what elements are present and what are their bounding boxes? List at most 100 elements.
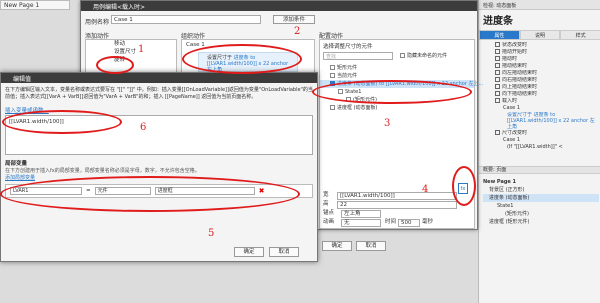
- checkbox-label: 隐藏未命名的元件: [407, 53, 448, 59]
- tab-style[interactable]: 样式: [560, 30, 600, 40]
- outline-bar: 概要: 页面: [479, 166, 600, 174]
- size-properties: 宽 [[LVAR1.width/100]] 高 22 锚点 左上角 动画无时间 500 毫…: [319, 191, 475, 229]
- inspector-tabs: 属性 说明 样式: [479, 30, 600, 40]
- event-item[interactable]: 拖动开始时: [481, 49, 599, 56]
- widget-search-input[interactable]: 查找: [323, 52, 393, 60]
- annotation-circle-1: [96, 56, 134, 74]
- edit-value-dialog: 编辑值 在下方编辑区输入文本，变量名称或表达式要写在 "[[" "]]" 中。例…: [0, 72, 318, 262]
- width-label: 宽: [323, 192, 329, 198]
- event-item[interactable]: 向右拖动结束时: [481, 77, 599, 84]
- edit-value-titlebar[interactable]: 编辑值: [1, 73, 317, 83]
- inspector-panel: 检视: 动态面板 进度条 属性 说明 样式 状态改变时 拖动开始时 拖动时 拖动…: [478, 0, 600, 303]
- annotation-circle-2: [182, 44, 302, 74]
- time-input[interactable]: 500: [398, 218, 421, 227]
- checkbox-icon: [330, 73, 335, 78]
- event-label: 拖动结束时: [502, 63, 528, 69]
- event-icon: [495, 77, 500, 82]
- action-set-size[interactable]: 设置尺寸: [86, 48, 176, 56]
- event-icon: [495, 91, 500, 96]
- annotation-number-5: 5: [208, 228, 215, 239]
- case-name-label: 用例名称: [85, 19, 110, 26]
- case-editor-titlebar[interactable]: 用例编辑<载入时>: [81, 1, 477, 11]
- event-label: 载入时: [502, 98, 518, 104]
- case-name-input[interactable]: Case 1: [111, 15, 261, 24]
- add-condition-button[interactable]: 添加条件: [273, 15, 315, 24]
- page-tab[interactable]: New Page 1: [0, 0, 70, 10]
- event-item[interactable]: 向下拖动结束时: [481, 91, 599, 98]
- edit-value-description: 在下方编辑区输入文本，变量名称或表达式要写在 "[[" "]]" 中。例如：插入…: [5, 87, 313, 100]
- outline-page[interactable]: New Page 1: [483, 178, 599, 186]
- ms-label: 毫秒: [422, 219, 434, 225]
- width-input[interactable]: [[LVAR1.width/100]]: [337, 191, 457, 200]
- tab-notes[interactable]: 说明: [519, 30, 561, 40]
- event-icon: [495, 42, 500, 47]
- outline-tree: New Page 1 背景区 (正方形) 进度条 (动态面板) State1 (…: [483, 178, 599, 226]
- anchor-select[interactable]: 左上角: [341, 209, 381, 218]
- event-item-onload[interactable]: 载入时: [481, 98, 599, 105]
- event-list: 状态改变时 拖动开始时 拖动时 拖动结束时 向左拖动结束时 向右拖动结束时 向上…: [481, 42, 599, 151]
- time-label: 时间: [385, 219, 397, 225]
- edit-value-cancel-button[interactable]: 取消: [269, 247, 299, 257]
- annotation-circle-5: [0, 176, 300, 212]
- event-label: 向右拖动结束时: [502, 77, 538, 83]
- case-condition: (If "[[LVAR1.width]]" <: [507, 144, 563, 150]
- widget-label: 进度框 (动态面板): [337, 105, 378, 111]
- width-row: 宽 [[LVAR1.width/100]]: [319, 191, 475, 200]
- event-label: 向左拖动结束时: [502, 70, 538, 76]
- height-row: 高 22: [319, 200, 475, 209]
- case-item[interactable]: Case 1: [481, 137, 599, 144]
- animation-select[interactable]: 无: [341, 218, 381, 227]
- hide-unnamed-checkbox[interactable]: 隐藏未命名的元件: [400, 52, 447, 59]
- outline-item[interactable]: (矩形元件): [483, 210, 599, 218]
- height-label: 高: [323, 201, 329, 207]
- widget-label: 当前元件: [337, 73, 358, 79]
- event-item[interactable]: 拖动结束时: [481, 63, 599, 70]
- event-label: 向上拖动结束时: [502, 84, 538, 90]
- annotation-number-1: 1: [138, 44, 145, 55]
- widget-label: 矩形元件: [337, 65, 358, 71]
- annotation-number-2: 2: [294, 26, 301, 37]
- event-item[interactable]: 向左拖动结束时: [481, 70, 599, 77]
- widget-item[interactable]: 进度框 (动态面板): [320, 104, 474, 112]
- animation-label: 动画: [323, 219, 335, 225]
- outline-item[interactable]: 背景区 (正方形): [483, 186, 599, 194]
- widget-item[interactable]: 当前元件: [320, 72, 474, 80]
- outline-item[interactable]: 进度框 (矩形元件): [483, 218, 599, 226]
- event-item[interactable]: 拖动时: [481, 56, 599, 63]
- annotation-circle-6: [2, 110, 122, 134]
- event-label: 尺寸改变时: [502, 130, 528, 136]
- widget-item[interactable]: 矩形元件: [320, 64, 474, 72]
- case-item[interactable]: Case 1: [481, 105, 599, 112]
- annotation-number-6: 6: [140, 122, 147, 133]
- checkbox-icon: [330, 105, 335, 110]
- annotation-circle-3: [312, 80, 472, 104]
- checkbox-icon: [330, 65, 335, 70]
- event-icon: [495, 130, 500, 135]
- event-item[interactable]: 状态改变时: [481, 42, 599, 49]
- case-cancel-button[interactable]: 取消: [356, 241, 386, 251]
- event-item[interactable]: 向上拖动结束时: [481, 84, 599, 91]
- checkbox-icon: [400, 53, 405, 58]
- event-label: 拖动开始时: [502, 49, 528, 55]
- annotation-number-4: 4: [422, 184, 429, 195]
- edit-value-ok-button[interactable]: 确定: [234, 247, 264, 257]
- tab-properties[interactable]: 属性: [479, 30, 520, 40]
- event-icon: [495, 98, 500, 103]
- event-item-resize[interactable]: 尺寸改变时: [481, 130, 599, 137]
- case-action[interactable]: 设置尺寸于 进度条 to [[LVAR1.width/100]] x 22 an…: [481, 112, 599, 130]
- outline-item-selected[interactable]: 进度条 (动态面板): [483, 194, 599, 202]
- inspector-title: 进度条: [483, 16, 513, 27]
- action-move[interactable]: 移动: [86, 40, 176, 48]
- select-widget-label: 选择调整尺寸的元件: [323, 44, 373, 50]
- outline-item[interactable]: State1: [483, 202, 599, 210]
- local-variables-description: 在下方创建用于插入fx的局部变量，局部变量名称必须是字母，数字，不允许包含空格。: [5, 168, 200, 174]
- event-label: 拖动时: [502, 56, 518, 62]
- event-label: 向下拖动结束时: [502, 91, 538, 97]
- case-ok-button[interactable]: 确定: [322, 241, 352, 251]
- annotation-circle-4: [452, 166, 476, 206]
- annotation-number-3: 3: [384, 118, 391, 129]
- add-local-variable-link[interactable]: 添加局部变量: [5, 174, 35, 181]
- event-icon: [495, 70, 500, 75]
- anchor-label: 锚点: [323, 210, 335, 216]
- height-input[interactable]: 22: [337, 200, 457, 209]
